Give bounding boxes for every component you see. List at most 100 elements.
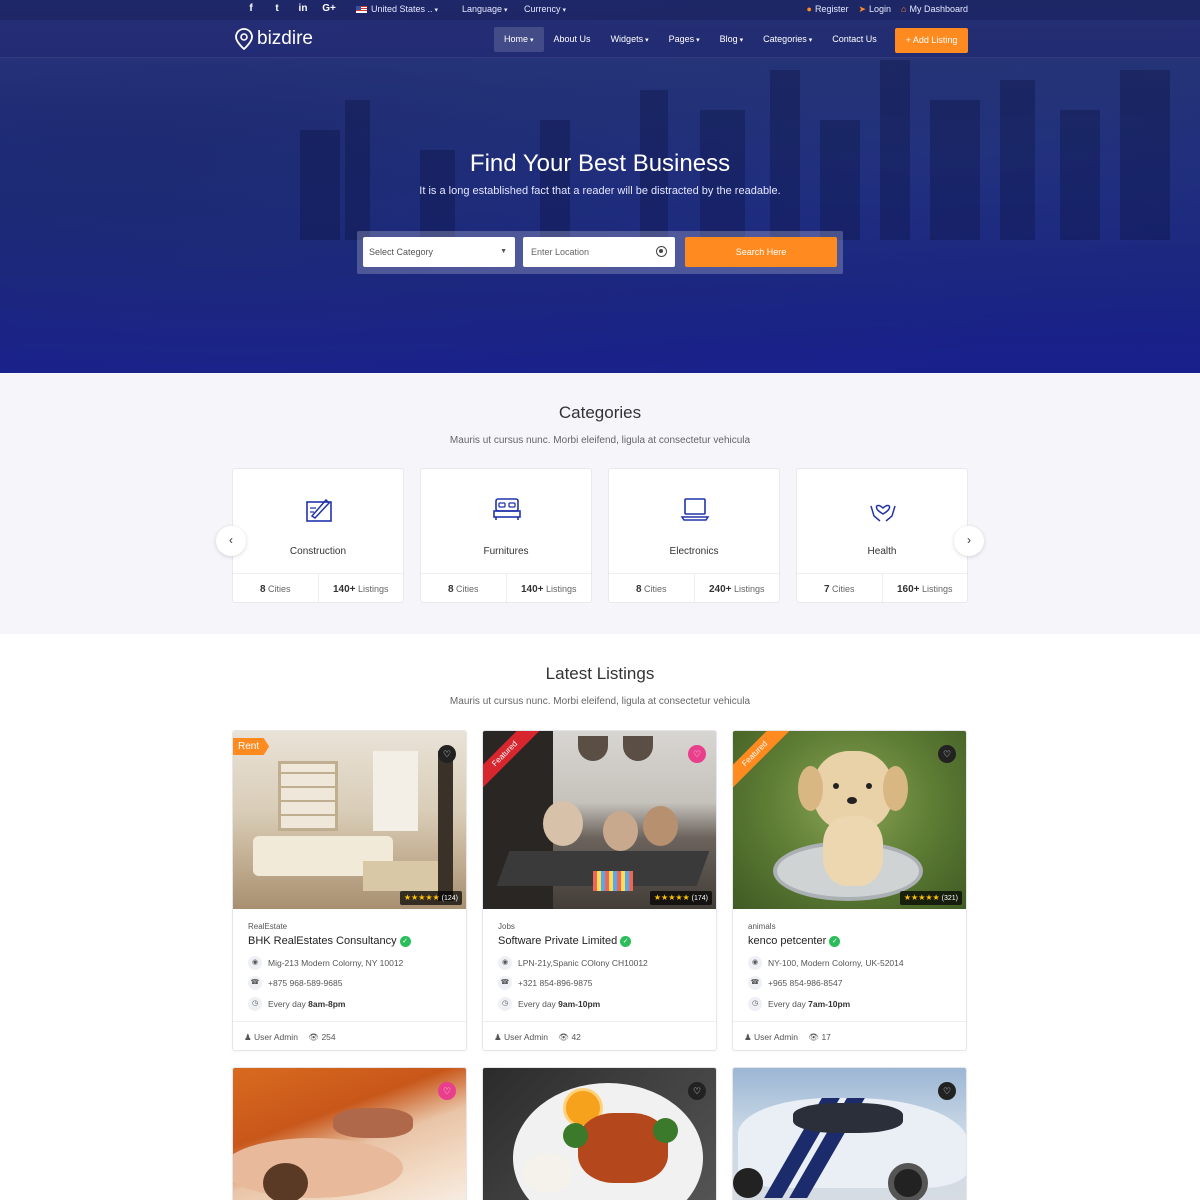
login-icon: ➤ <box>858 4 866 14</box>
listing-image[interactable] <box>233 1068 466 1200</box>
construction-icon <box>306 498 332 522</box>
nav-widgets[interactable]: Widgets ▾ <box>601 27 659 52</box>
rent-badge: Rent <box>233 738 270 755</box>
listing-title[interactable]: Software Private Limited ✓ <box>498 935 632 947</box>
listing-category[interactable]: animals <box>748 922 776 931</box>
facebook-icon[interactable]: f <box>238 3 264 14</box>
carousel-next-button[interactable]: › <box>954 526 984 556</box>
twitter-icon[interactable]: t <box>264 3 290 14</box>
category-name: Electronics <box>669 546 719 557</box>
featured-ribbon: Featured <box>483 731 553 801</box>
verified-check-icon: ✓ <box>620 936 632 947</box>
rating-badge: ★★★★★ (124) <box>399 891 462 905</box>
author-link[interactable]: ♟ User Admin <box>744 1032 798 1042</box>
listing-hours: ◷ Every day 7am-10pm <box>748 997 850 1011</box>
favorite-heart-icon[interactable]: ♡ <box>438 745 456 763</box>
search-button[interactable]: Search Here <box>685 237 837 267</box>
author-link[interactable]: ♟ User Admin <box>494 1032 548 1042</box>
login-link[interactable]: ➤ Login <box>858 4 891 15</box>
phone-icon: ☎ <box>498 976 512 990</box>
verified-check-icon: ✓ <box>399 936 411 947</box>
nav-about[interactable]: About Us <box>544 27 601 52</box>
category-cities: 8 Cities <box>635 584 667 595</box>
listing-title[interactable]: kenco petcenter ✓ <box>748 935 841 947</box>
heart-hands-icon <box>870 504 896 522</box>
dashboard-link[interactable]: ⌂ My Dashboard <box>901 4 968 15</box>
nav-menu: Home ▾ About Us Widgets ▾ Pages ▾ Blog ▾ Cat… <box>494 27 887 52</box>
rating-badge: ★★★★★ (174) <box>649 891 712 905</box>
categories-section: Categories Mauris ut cursus nunc. Morbi … <box>0 373 1200 634</box>
google-plus-icon[interactable]: G+ <box>316 3 342 14</box>
favorite-heart-icon[interactable]: ♡ <box>688 1082 706 1100</box>
nav-contact[interactable]: Contact Us <box>822 27 887 52</box>
category-card[interactable]: Electronics 8 Cities 240+ Listings <box>608 468 780 604</box>
us-flag-icon <box>356 6 367 14</box>
listing-title[interactable]: BHK RealEstates Consultancy ✓ <box>248 935 411 947</box>
featured-ribbon: Featured <box>733 731 803 801</box>
categories-subtitle: Mauris ut cursus nunc. Morbi eleifend, l… <box>449 435 751 446</box>
category-card[interactable]: Construction 8 Cities 140+ Listings <box>232 468 404 604</box>
listing-footer: ♟ User Admin 👁 17 <box>733 1021 966 1050</box>
listings-title: Latest Listings <box>545 664 655 683</box>
carousel-prev-button[interactable]: ‹ <box>216 526 246 556</box>
clock-icon: ◷ <box>748 997 762 1011</box>
listings-subtitle: Mauris ut cursus nunc. Morbi eleifend, l… <box>449 696 751 707</box>
listing-card[interactable]: Featured ♡ ★★★★★ (321) animals kenco pet… <box>732 730 967 1051</box>
category-cities: 8 Cities <box>259 584 291 595</box>
search-form: Select Category ▼ Enter Location Search H… <box>357 231 843 274</box>
home-icon: ⌂ <box>901 4 907 14</box>
locate-icon[interactable] <box>656 246 667 257</box>
listing-image[interactable] <box>233 731 466 909</box>
add-listing-button[interactable]: + Add Listing <box>895 28 968 53</box>
chevron-down-icon: ▼ <box>500 248 507 255</box>
listing-phone: ☎ +965 854-986-8547 <box>748 976 842 990</box>
user-icon: ● <box>806 4 812 14</box>
verified-check-icon: ✓ <box>829 936 841 947</box>
top-bar: f t in G+ United States .. ▾ Language ▾ Cu… <box>0 0 1200 20</box>
nav-pages[interactable]: Pages ▾ <box>659 27 710 52</box>
nav-home[interactable]: Home ▾ <box>494 27 544 52</box>
clock-icon: ◷ <box>498 997 512 1011</box>
register-link[interactable]: ● Register <box>807 4 849 15</box>
listing-image[interactable] <box>483 1068 716 1200</box>
listing-card[interactable]: ♡ <box>732 1067 967 1200</box>
favorite-heart-icon[interactable]: ♡ <box>938 745 956 763</box>
category-cities: 7 Cities <box>823 584 855 595</box>
category-name: Construction <box>289 546 347 557</box>
favorite-heart-icon[interactable]: ♡ <box>438 1082 456 1100</box>
map-pin-icon: ◉ <box>248 956 262 970</box>
category-select[interactable]: Select Category ▼ <box>363 237 515 267</box>
linkedin-icon[interactable]: in <box>290 3 316 14</box>
logo[interactable]: bizdire <box>234 28 313 50</box>
bed-icon <box>493 498 521 520</box>
listing-card[interactable]: ♡ <box>232 1067 467 1200</box>
author-link[interactable]: ♟ User Admin <box>244 1032 298 1042</box>
listing-card[interactable]: Rent ♡ ★★★★★ (124) RealEstate BHK RealEs… <box>232 730 467 1051</box>
listing-image[interactable] <box>733 1068 966 1200</box>
rating-badge: ★★★★★ (321) <box>899 891 962 905</box>
hero-banner: f t in G+ United States .. ▾ Language ▾ Cu… <box>0 0 1200 373</box>
listing-category[interactable]: RealEstate <box>248 922 287 931</box>
favorite-heart-icon[interactable]: ♡ <box>938 1082 956 1100</box>
location-input[interactable]: Enter Location <box>523 237 675 267</box>
currency-select[interactable]: Currency ▾ <box>524 4 566 14</box>
country-select[interactable]: United States .. ▾ <box>356 4 438 14</box>
category-card[interactable]: Health 7 Cities 160+ Listings <box>796 468 968 604</box>
language-select[interactable]: Language ▾ <box>462 4 508 14</box>
listing-phone: ☎ +875 968-589-9685 <box>248 976 342 990</box>
listing-address: ◉ LPN-21y,Spanic COlony CH10012 <box>498 956 648 970</box>
nav-blog[interactable]: Blog ▾ <box>710 27 754 52</box>
listing-category[interactable]: Jobs <box>498 922 515 931</box>
latest-listings-section: Latest Listings Mauris ut cursus nunc. M… <box>0 634 1200 1200</box>
social-links: f t in G+ <box>238 3 342 14</box>
nav-categories[interactable]: Categories ▾ <box>753 27 822 52</box>
listing-card[interactable]: ♡ <box>482 1067 717 1200</box>
views-count: 👁 254 <box>308 1032 336 1042</box>
favorite-heart-icon[interactable]: ♡ <box>688 745 706 763</box>
views-count: 👁 42 <box>558 1032 581 1042</box>
logo-text: bizdire <box>257 28 313 49</box>
hero-title: Find Your Best Business <box>469 150 731 177</box>
views-count: 👁 17 <box>808 1032 831 1042</box>
category-card[interactable]: Furnitures 8 Cities 140+ Listings <box>420 468 592 604</box>
listing-card[interactable]: Featured ♡ ★★★★★ (174) Jobs Software Pri… <box>482 730 717 1051</box>
